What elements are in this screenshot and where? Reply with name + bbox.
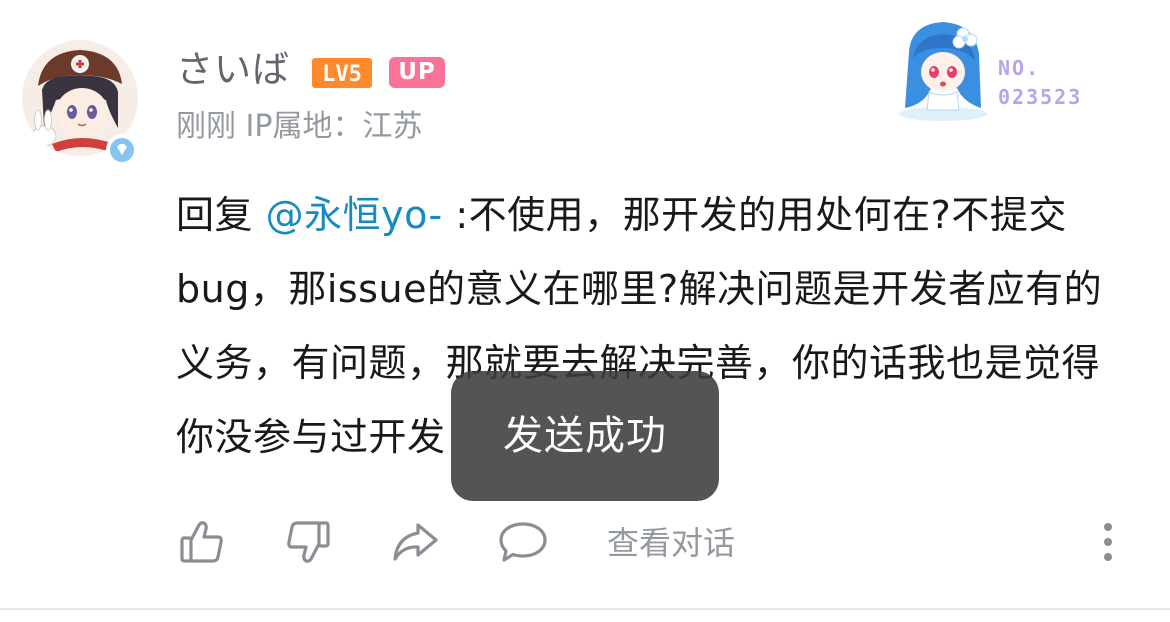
diamond-icon bbox=[110, 138, 134, 162]
level-badge-label: LV5 bbox=[322, 62, 362, 87]
up-badge: UP bbox=[389, 57, 445, 88]
comment-time: 刚刚 bbox=[176, 109, 236, 144]
thumbs-down-icon bbox=[287, 521, 330, 563]
reply-button[interactable] bbox=[497, 516, 549, 568]
level-badge: LV5 bbox=[312, 58, 372, 88]
more-button[interactable] bbox=[1088, 518, 1128, 566]
comment-icon bbox=[499, 522, 547, 562]
divider bbox=[0, 608, 1170, 610]
ip-location: IP属地：江苏 bbox=[245, 109, 423, 144]
comment-meta: 刚刚 IP属地：江苏 bbox=[176, 107, 423, 147]
comment-screen: さいば LV5 UP 刚刚 IP属地：江苏 NO. 023523 回复 @永恒y… bbox=[0, 0, 1170, 622]
author-name[interactable]: さいば bbox=[176, 46, 290, 94]
avatar[interactable] bbox=[22, 40, 138, 166]
view-conversation-link[interactable]: 查看对话 bbox=[607, 521, 735, 565]
more-vertical-icon bbox=[1104, 523, 1112, 561]
fan-number-label: NO. bbox=[998, 56, 1041, 80]
toast: 发送成功 bbox=[451, 371, 719, 501]
thumbs-up-icon bbox=[180, 521, 223, 563]
share-button[interactable] bbox=[389, 516, 441, 568]
dislike-button[interactable] bbox=[282, 516, 334, 568]
fan-card-character bbox=[899, 22, 987, 121]
fan-number: 023523 bbox=[998, 85, 1083, 109]
verified-badge bbox=[106, 134, 138, 166]
mention-link[interactable]: @永恒yo- bbox=[266, 193, 443, 237]
like-button[interactable] bbox=[176, 516, 228, 568]
reply-prefix: 回复 bbox=[176, 193, 254, 237]
share-icon bbox=[393, 523, 438, 561]
